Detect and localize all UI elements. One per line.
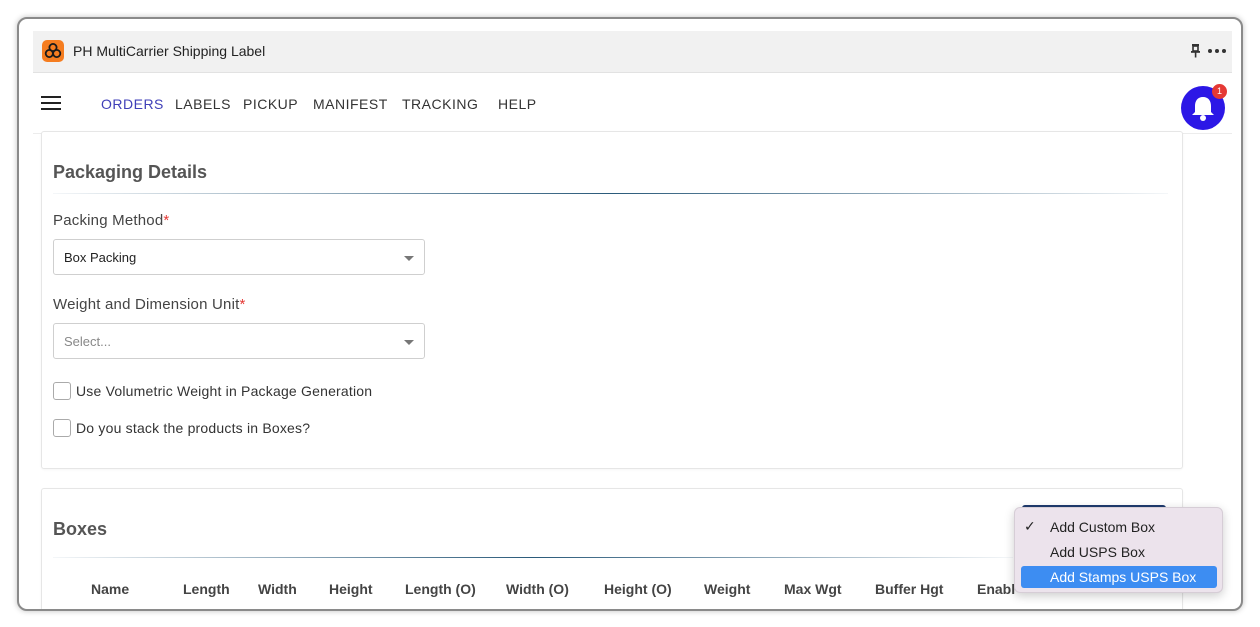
packing-method-label: Packing Method*: [53, 212, 169, 229]
required-mark: *: [239, 296, 246, 313]
column-header-max-wgt: Max Wgt: [784, 581, 842, 597]
hamburger-icon[interactable]: [41, 96, 61, 112]
unit-label-text: Weight and Dimension Unit: [53, 296, 240, 313]
column-header-buffer-hgt: Buffer Hgt: [875, 581, 944, 597]
column-header-height: Height: [329, 581, 373, 597]
menu-item-label: Add Custom Box: [1050, 519, 1156, 535]
checkmark-icon: ✓: [1024, 518, 1036, 534]
column-header-width-o: Width (O): [506, 581, 569, 597]
section-divider: [53, 557, 1013, 558]
notification-badge: 1: [1212, 84, 1227, 99]
add-box-dropdown-menu: ✓ Add Custom Box Add USPS Box Add Stamps…: [1014, 507, 1223, 593]
packing-method-select[interactable]: Box Packing: [53, 239, 425, 275]
packing-method-value: Box Packing: [64, 250, 137, 265]
stack-products-checkbox[interactable]: [53, 419, 71, 437]
nav-manifest[interactable]: MANIFEST: [313, 96, 388, 112]
app-logo-icon: [42, 40, 64, 62]
boxes-section-title: Boxes: [53, 519, 108, 539]
more-icon[interactable]: [1206, 41, 1228, 61]
pin-icon[interactable]: [1188, 41, 1204, 61]
chevron-down-icon: [404, 256, 414, 261]
title-bar: PH MultiCarrier Shipping Label: [33, 31, 1232, 73]
top-navbar: ORDERS LABELS PICKUP MANIFEST TRACKING H…: [33, 74, 1232, 134]
stack-products-label: Do you stack the products in Boxes?: [76, 420, 311, 436]
nav-orders[interactable]: ORDERS: [101, 96, 164, 112]
menu-item-add-custom-box[interactable]: ✓ Add Custom Box: [1021, 516, 1217, 538]
menu-item-add-usps-box[interactable]: Add USPS Box: [1021, 541, 1217, 563]
column-header-width: Width: [258, 581, 297, 597]
column-header-length-o: Length (O): [405, 581, 476, 597]
menu-item-label: Add Stamps USPS Box: [1050, 569, 1197, 585]
app-title: PH MultiCarrier Shipping Label: [73, 43, 266, 59]
section-divider: [53, 193, 1168, 194]
packing-method-label-text: Packing Method: [53, 212, 164, 229]
nav-help[interactable]: HELP: [498, 96, 537, 112]
unit-label: Weight and Dimension Unit*: [53, 296, 246, 313]
nav-tracking[interactable]: TRACKING: [402, 96, 478, 112]
menu-item-label: Add USPS Box: [1050, 544, 1145, 560]
volumetric-weight-checkbox[interactable]: [53, 382, 71, 400]
column-header-enabled: Enabl: [977, 581, 1016, 597]
chevron-down-icon: [404, 340, 414, 345]
column-header-length: Length: [183, 581, 230, 597]
column-header-height-o: Height (O): [604, 581, 672, 597]
unit-select[interactable]: Select...: [53, 323, 425, 359]
column-header-name: Name: [91, 581, 130, 597]
required-mark: *: [163, 212, 170, 229]
packaging-section-title: Packaging Details: [53, 162, 208, 182]
packaging-details-card: Packaging Details Packing Method* Box Pa…: [41, 131, 1183, 469]
unit-placeholder: Select...: [64, 334, 111, 349]
nav-labels[interactable]: LABELS: [175, 96, 231, 112]
column-header-weight: Weight: [704, 581, 751, 597]
menu-item-add-stamps-usps-box[interactable]: Add Stamps USPS Box: [1021, 566, 1217, 588]
volumetric-weight-label: Use Volumetric Weight in Package Generat…: [76, 383, 373, 399]
nav-pickup[interactable]: PICKUP: [243, 96, 298, 112]
boxes-card: Boxes Name Length Width Height Length (O…: [41, 488, 1183, 609]
